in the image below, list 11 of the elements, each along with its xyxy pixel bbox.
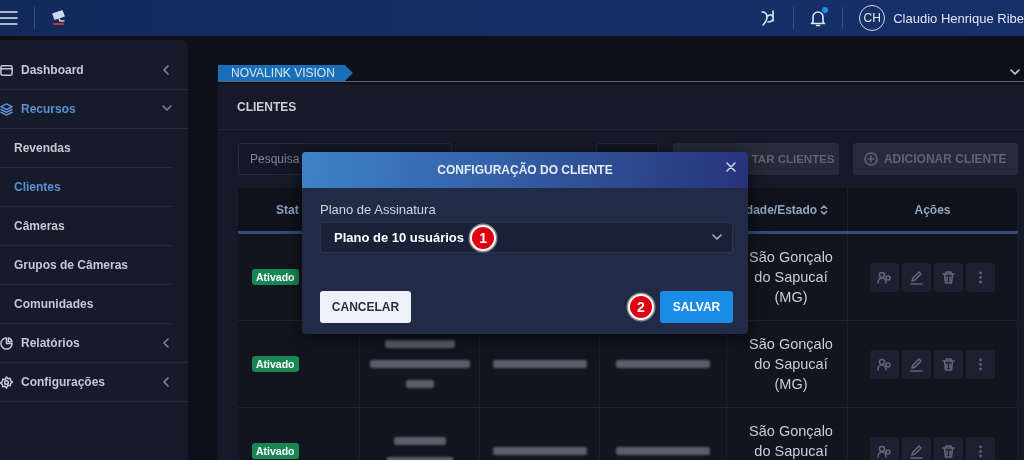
status-badge: Ativado — [252, 443, 299, 459]
annotation-marker: 2 — [628, 294, 654, 320]
page-title: CLIENTES — [237, 99, 297, 114]
modal-title: CONFIGURAÇÃO DO CLIENTE — [437, 163, 613, 177]
field-label: Plano de Assinatura — [320, 202, 437, 217]
status-badge: Ativado — [252, 269, 299, 285]
status-badge: Ativado — [252, 356, 299, 372]
city-text: São Gonçalo do Sapucaí (MG) — [748, 248, 834, 307]
city-text: São Gonçalo do Sapucaí — [748, 422, 834, 460]
city-text: São Gonçalo do Sapucaí (MG) — [748, 335, 834, 394]
annotation-marker: 1 — [470, 224, 497, 251]
